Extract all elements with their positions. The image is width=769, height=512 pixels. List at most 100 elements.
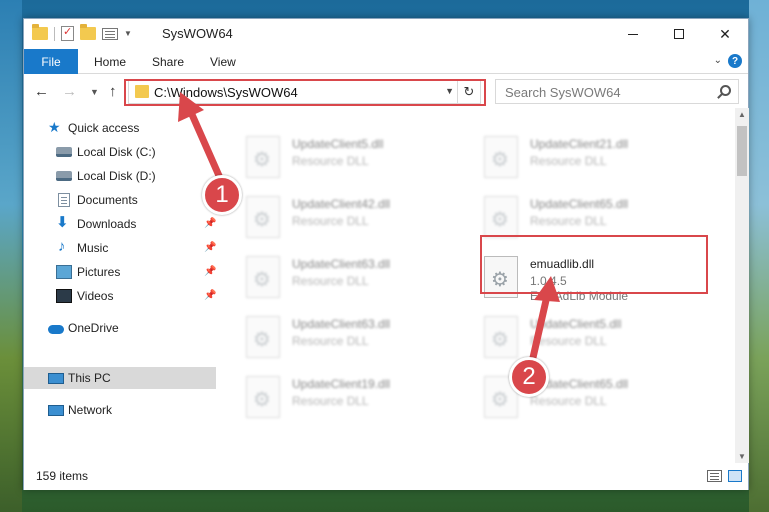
forward-arrow-icon[interactable]: → [62, 83, 77, 100]
dll-file-icon [246, 316, 280, 358]
file-tile[interactable]: UpdateClient42.dll Resource DLL [246, 194, 466, 244]
music-icon: ♪ [58, 238, 66, 255]
step-badge-2: 2 [509, 357, 549, 397]
sidebar-item-quick-access[interactable]: ★ Quick access [24, 117, 216, 139]
sidebar-item-label: Downloads [77, 217, 137, 231]
tab-view[interactable]: View [210, 49, 236, 74]
file-description: Resource DLL [530, 394, 607, 408]
file-description: Resource DLL [530, 334, 607, 348]
pin-icon[interactable]: 📌 [204, 242, 216, 253]
sidebar-item-label: Videos [77, 289, 114, 303]
scrollbar-thumb[interactable] [737, 126, 747, 176]
file-tile[interactable]: UpdateClient5.dll Resource DLL [484, 314, 704, 364]
dll-file-icon [484, 316, 518, 358]
file-name: UpdateClient5.dll [292, 137, 384, 151]
address-bar-highlight [124, 79, 486, 106]
sidebar-item-local-disk-c[interactable]: Local Disk (C:) [24, 141, 216, 163]
sidebar-item-label: Local Disk (D:) [77, 169, 156, 183]
file-description: Resource DLL [292, 334, 369, 348]
sidebar-item-downloads[interactable]: ⬇ Downloads 📌 [24, 213, 216, 235]
file-tile[interactable]: UpdateClient5.dll Resource DLL [246, 134, 466, 184]
search-placeholder: Search SysWOW64 [505, 85, 621, 100]
properties-icon[interactable] [61, 25, 74, 41]
file-description: Resource DLL [530, 154, 607, 168]
sidebar-item-label: This PC [68, 371, 111, 385]
file-name: UpdateClient5.dll [530, 317, 622, 331]
sidebar-item-label: OneDrive [68, 321, 119, 335]
maximize-icon [674, 29, 684, 39]
file-name: UpdateClient63.dll [292, 257, 391, 271]
file-tile[interactable]: UpdateClient19.dll Resource DLL [246, 374, 466, 424]
tab-share[interactable]: Share [152, 49, 184, 74]
chevron-down-icon[interactable]: ▼ [124, 29, 132, 38]
folder-icon [32, 24, 48, 40]
sidebar-item-label: Pictures [77, 265, 121, 279]
file-description: Resource DLL [292, 214, 369, 228]
sidebar-item-label: Network [68, 403, 113, 417]
documents-icon [58, 193, 70, 207]
tab-home[interactable]: Home [94, 49, 126, 74]
dll-file-icon [484, 136, 518, 178]
navigation-pane: ★ Quick access Local Disk (C:) Local Dis… [24, 108, 224, 463]
file-tile[interactable]: UpdateClient21.dll Resource DLL [484, 134, 704, 184]
pc-icon [48, 373, 64, 384]
title-bar: ▼ SysWOW64 ✕ [24, 19, 748, 49]
up-arrow-icon[interactable]: ↑ [109, 83, 117, 100]
file-explorer-window: ▼ SysWOW64 ✕ File Home Share View ⌄ ? ← … [23, 18, 749, 490]
customize-view-icon[interactable] [102, 27, 118, 40]
dll-file-icon [246, 256, 280, 298]
recent-locations-icon[interactable]: ▼ [90, 87, 99, 97]
toolbar-divider [54, 26, 55, 41]
sidebar-item-network[interactable]: Network [24, 399, 216, 421]
desktop-background-right [749, 0, 769, 512]
maximize-button[interactable] [656, 19, 702, 49]
sidebar-item-pictures[interactable]: Pictures 📌 [24, 261, 216, 283]
sidebar-item-onedrive[interactable]: OneDrive [24, 317, 216, 339]
desktop-background-left [0, 0, 22, 512]
file-name: UpdateClient19.dll [292, 377, 391, 391]
network-icon [48, 405, 64, 416]
file-description: Resource DLL [292, 274, 369, 288]
vertical-scrollbar[interactable]: ▲ ▼ [735, 108, 749, 463]
pin-icon[interactable]: 📌 [204, 266, 216, 277]
details-view-icon[interactable] [707, 470, 722, 482]
file-name: UpdateClient21.dll [530, 137, 629, 151]
minimize-button[interactable] [610, 19, 656, 49]
file-tile[interactable]: UpdateClient63.dll Resource DLL [246, 254, 466, 304]
tiles-view-icon[interactable] [728, 470, 742, 482]
status-bar: 159 items [24, 465, 748, 490]
new-folder-icon[interactable] [80, 24, 96, 40]
pin-icon[interactable]: 📌 [204, 218, 216, 229]
file-description: Resource DLL [292, 394, 369, 408]
back-arrow-icon[interactable]: ← [34, 83, 49, 100]
tab-file[interactable]: File [24, 49, 78, 74]
sidebar-item-documents[interactable]: Documents 📌 [24, 189, 216, 211]
search-icon[interactable] [720, 85, 731, 96]
file-description: Resource DLL [292, 154, 369, 168]
file-highlight [480, 235, 708, 294]
pin-icon[interactable]: 📌 [204, 290, 216, 301]
help-icon[interactable]: ? [728, 54, 742, 68]
videos-icon [56, 289, 72, 303]
dll-file-icon [484, 196, 518, 238]
close-button[interactable]: ✕ [702, 19, 748, 49]
file-tile[interactable]: UpdateClient63.dll Resource DLL [246, 314, 466, 364]
sidebar-item-label: Documents [77, 193, 138, 207]
step-badge-1: 1 [202, 175, 242, 215]
sidebar-item-label: Music [77, 241, 109, 255]
minimize-icon [628, 33, 638, 35]
window-title: SysWOW64 [162, 26, 233, 41]
sidebar-item-this-pc[interactable]: This PC [24, 367, 216, 389]
sidebar-item-videos[interactable]: Videos 📌 [24, 285, 216, 307]
scroll-up-icon[interactable]: ▲ [738, 110, 746, 119]
search-input[interactable]: Search SysWOW64 [495, 79, 739, 104]
sidebar-item-music[interactable]: ♪ Music 📌 [24, 237, 216, 259]
star-icon: ★ [48, 119, 61, 135]
expand-ribbon-icon[interactable]: ⌄ [714, 55, 722, 66]
item-count: 159 items [36, 469, 89, 483]
sidebar-item-local-disk-d[interactable]: Local Disk (D:) [24, 165, 216, 187]
scroll-down-icon[interactable]: ▼ [738, 452, 746, 461]
quick-access-toolbar: ▼ [32, 24, 132, 41]
dll-file-icon [246, 376, 280, 418]
file-name: UpdateClient65.dll [530, 197, 629, 211]
